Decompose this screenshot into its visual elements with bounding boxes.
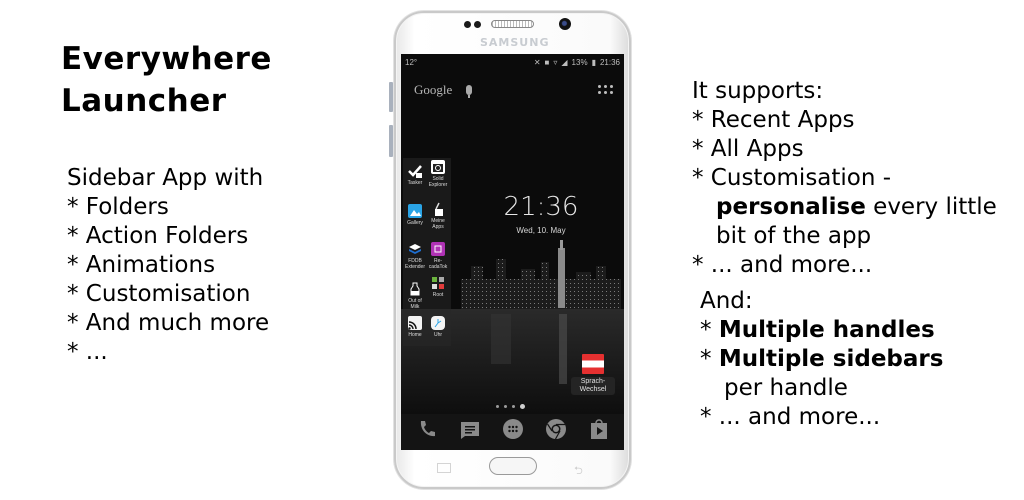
and-intro: And: xyxy=(700,288,753,314)
title-line-2: Launcher xyxy=(61,83,227,119)
google-search-bar[interactable]: Google xyxy=(414,82,614,98)
left-intro: Sidebar App with xyxy=(67,165,264,191)
signal-icon: ◢ xyxy=(561,57,568,67)
gallery-icon xyxy=(408,204,422,218)
sidebar-item-recadatok[interactable]: Re-cadaTok xyxy=(427,242,449,270)
back-button[interactable]: ⮌ xyxy=(574,462,583,481)
front-camera-icon xyxy=(559,18,571,30)
feature-item: * ... and more... xyxy=(700,404,881,430)
solid-explorer-icon xyxy=(431,160,445,174)
clock-icon xyxy=(431,316,445,330)
page-indicator xyxy=(496,404,525,409)
sensor-icon xyxy=(464,21,471,28)
clock-widget-time[interactable]: 21:36 xyxy=(501,192,581,222)
bold-text: Multiple handles xyxy=(718,317,935,343)
alarm-icon: ■ xyxy=(544,57,550,67)
microphone-icon[interactable] xyxy=(466,85,473,98)
folder-icon xyxy=(431,276,445,290)
feature-item: * Action Folders xyxy=(67,223,249,249)
sidebar-item-tasker[interactable]: Tasker xyxy=(404,164,426,186)
weather-temperature: 12° xyxy=(405,57,418,67)
feature-item: * Multiple sidebars xyxy=(700,345,943,374)
meine-apps-icon xyxy=(431,202,445,216)
page-dot[interactable] xyxy=(496,405,499,408)
phone-icon[interactable] xyxy=(416,418,438,440)
mute-icon: ✕ xyxy=(533,57,541,67)
app-grid-icon[interactable] xyxy=(598,85,614,95)
recent-apps-button[interactable] xyxy=(437,463,451,473)
right-feature-list: It supports: * Recent Apps * All Apps * … xyxy=(692,77,997,280)
chrome-icon[interactable] xyxy=(545,418,567,440)
phone-brand: SAMSUNG xyxy=(480,36,550,49)
app-drawer-icon[interactable] xyxy=(502,418,524,440)
status-icons: ✕ ■ ▿ ◢ 13% ▮ 21:36 xyxy=(534,58,620,67)
sidebar-item-fddb[interactable]: FDDB Extender xyxy=(404,242,426,270)
austria-flag-icon xyxy=(582,354,604,374)
right-intro: It supports: xyxy=(692,78,824,104)
app-title: Everywhere Launcher xyxy=(61,38,272,122)
recadatok-icon xyxy=(431,242,445,256)
cast-icon xyxy=(408,316,422,330)
volume-down-button xyxy=(389,125,393,157)
page-dot-active[interactable] xyxy=(520,404,525,409)
feature-item: * ... xyxy=(67,339,108,365)
title-line-1: Everywhere xyxy=(61,41,272,77)
feature-item: * And much more xyxy=(67,310,270,336)
page-dot[interactable] xyxy=(504,405,507,408)
volume-up-button xyxy=(389,82,393,112)
sidebar-item-gallery[interactable]: Gallery xyxy=(404,204,426,226)
feature-item: * ... and more... xyxy=(692,252,873,278)
google-logo: Google xyxy=(414,82,453,97)
and-feature-list: And: * Multiple handles * Multiple sideb… xyxy=(700,287,943,432)
text: every little xyxy=(865,194,997,220)
feature-item: * Customisation - xyxy=(692,165,892,191)
sidebar-item-out-of-milk[interactable]: Out of Milk xyxy=(404,282,426,310)
phone-screen: 12° ✕ ■ ▿ ◢ 13% ▮ 21:36 Google 21:36 Wed… xyxy=(401,54,624,450)
sidebar-item-solid-explorer[interactable]: Solid Explorer xyxy=(427,160,449,188)
feature-item: * Recent Apps xyxy=(692,107,855,133)
left-feature-list: Sidebar App with * Folders * Action Fold… xyxy=(67,164,269,367)
bold-text: Multiple sidebars xyxy=(718,346,944,372)
home-button[interactable] xyxy=(489,457,537,475)
sensor-icon xyxy=(474,21,481,28)
messages-icon[interactable] xyxy=(459,418,481,440)
feature-item: * Multiple handles xyxy=(700,316,943,345)
battery-icon: ▮ xyxy=(591,57,596,67)
fddb-icon xyxy=(408,242,422,256)
sidebar-panel: Tasker Solid Explorer Gallery Meine Apps… xyxy=(403,158,451,346)
status-time: 21:36 xyxy=(599,57,620,67)
wifi-icon: ▿ xyxy=(553,57,558,67)
bullet: * xyxy=(700,346,719,372)
feature-item-continuation: bit of the app xyxy=(716,223,872,249)
feature-item: * Customisation xyxy=(67,281,251,307)
bullet: * xyxy=(700,317,719,343)
sidebar-item-home[interactable]: Home xyxy=(404,316,426,338)
sidebar-item-root-folder[interactable]: Root xyxy=(427,276,449,298)
page-dot[interactable] xyxy=(512,405,515,408)
dock xyxy=(401,414,624,444)
bold-text: personalise xyxy=(716,194,866,220)
tasker-icon xyxy=(408,164,422,178)
feature-item: * All Apps xyxy=(692,136,804,162)
sidebar-item-meine-apps[interactable]: Meine Apps xyxy=(427,202,449,230)
battery-percent: 13% xyxy=(571,57,588,67)
milk-icon xyxy=(408,282,422,296)
feature-item-continuation: personalise every little xyxy=(692,193,997,222)
shortcut-label: Sprach- Wechsel xyxy=(571,377,615,395)
clock-widget-date: Wed, 10. May xyxy=(516,226,566,235)
sprach-wechsel-shortcut[interactable]: Sprach- Wechsel xyxy=(571,354,615,395)
speaker-grille xyxy=(491,20,534,28)
feature-item-continuation: per handle xyxy=(724,375,848,401)
feature-item: * Animations xyxy=(67,252,216,278)
feature-item: * Folders xyxy=(67,194,169,220)
status-bar: 12° ✕ ■ ▿ ◢ 13% ▮ 21:36 xyxy=(401,54,624,70)
sidebar-item-uhr[interactable]: Uhr xyxy=(427,316,449,338)
play-store-icon[interactable] xyxy=(588,418,610,440)
